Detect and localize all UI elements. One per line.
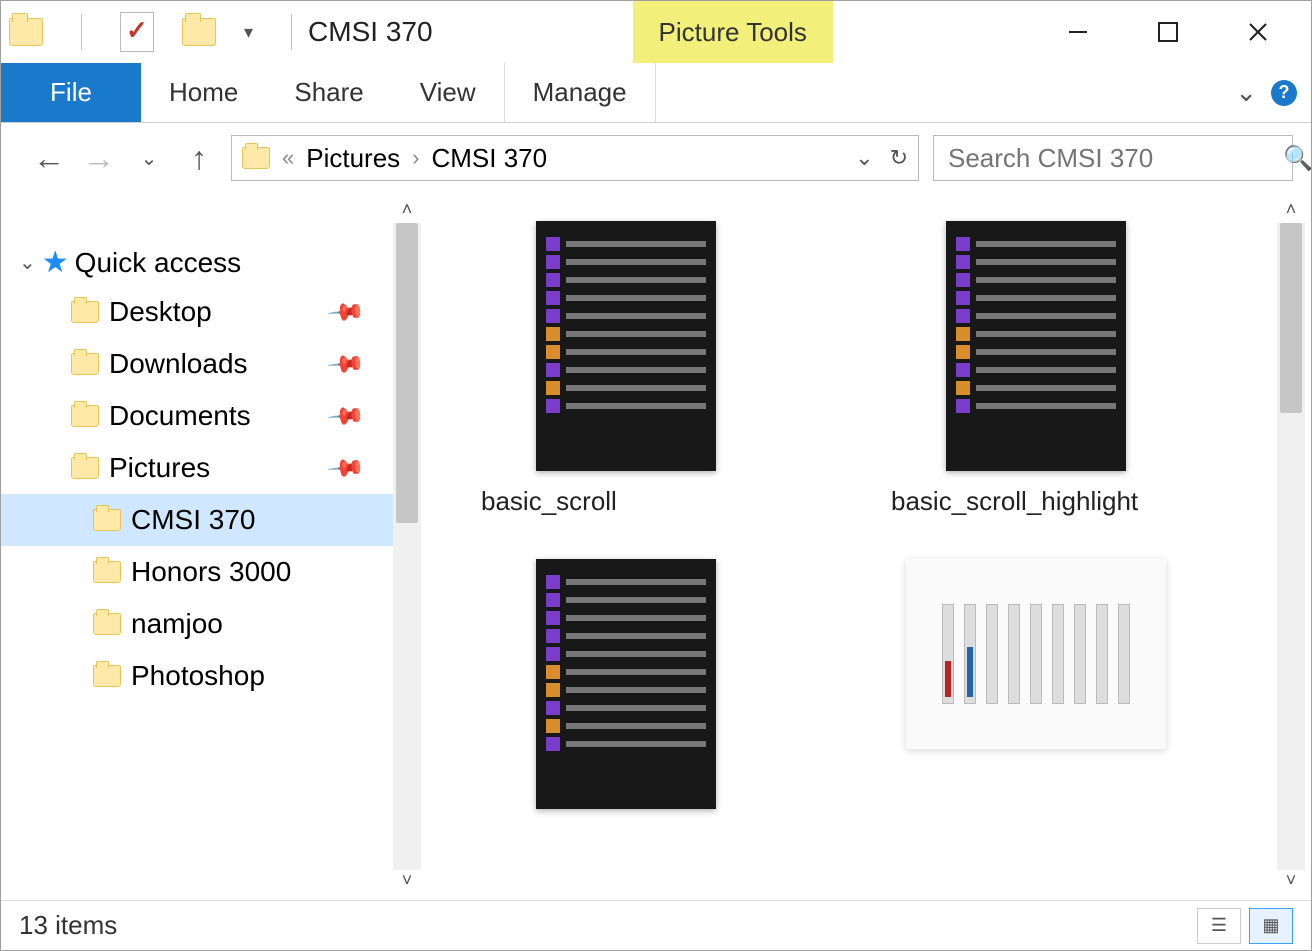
separator: [291, 14, 292, 50]
sidebar-item-label: Pictures: [109, 452, 210, 484]
sidebar-item-label: Documents: [109, 400, 251, 432]
help-icon[interactable]: ?: [1271, 80, 1297, 106]
navigation-row: ← → ⌄ ↑ « Pictures › CMSI 370 ⌄ ↻ 🔍: [1, 123, 1311, 193]
window-controls: [1053, 12, 1303, 52]
tab-view[interactable]: View: [392, 63, 504, 122]
folder-icon: [93, 613, 121, 635]
sidebar-scrollbar[interactable]: ˄ ˅: [393, 199, 421, 894]
sidebar-item-desktop[interactable]: Desktop 📌: [1, 286, 421, 338]
chevron-right-icon: ›: [412, 145, 419, 171]
folder-icon[interactable]: [9, 18, 43, 46]
sidebar-item-label: Photoshop: [131, 660, 265, 692]
pin-icon: 📌: [325, 343, 367, 384]
file-item[interactable]: [481, 559, 771, 823]
file-thumbnail: [536, 221, 716, 471]
quick-access-toolbar: ▾: [9, 12, 302, 52]
content-scrollbar[interactable]: ˄ ˅: [1277, 199, 1305, 894]
folder-icon: [93, 665, 121, 687]
scrollbar-thumb[interactable]: [396, 223, 418, 523]
tab-manage[interactable]: Manage: [504, 63, 656, 122]
sidebar-item-label: namjoo: [131, 608, 223, 640]
search-input[interactable]: [948, 143, 1283, 174]
chevron-right-icon[interactable]: «: [282, 145, 294, 171]
recent-locations-icon[interactable]: ⌄: [131, 146, 167, 171]
pin-icon: 📌: [325, 395, 367, 436]
tab-share[interactable]: Share: [266, 63, 391, 122]
details-view-button[interactable]: ☰: [1197, 908, 1241, 944]
file-name: basic_scroll_highlight: [891, 485, 1181, 519]
sidebar-item-documents[interactable]: Documents 📌: [1, 390, 421, 442]
scroll-down-icon[interactable]: ˅: [402, 870, 413, 894]
sidebar-item-namjoo[interactable]: namjoo: [1, 598, 421, 650]
sidebar-item-cmsi-370[interactable]: CMSI 370: [1, 494, 421, 546]
file-item[interactable]: basic_scroll_highlight: [891, 221, 1181, 519]
ribbon: File Home Share View Manage ⌄ ?: [1, 63, 1311, 123]
star-icon: ★: [42, 245, 69, 280]
address-bar[interactable]: « Pictures › CMSI 370 ⌄ ↻: [231, 135, 919, 181]
breadcrumb[interactable]: Pictures: [306, 143, 400, 174]
folder-icon: [93, 509, 121, 531]
breadcrumb[interactable]: CMSI 370: [432, 143, 548, 174]
sidebar-item-pictures[interactable]: Pictures 📌: [1, 442, 421, 494]
file-thumbnail: [946, 221, 1126, 471]
minimize-button[interactable]: [1053, 12, 1103, 52]
sidebar-item-label: Honors 3000: [131, 556, 291, 588]
scrollbar-track[interactable]: [393, 223, 421, 870]
sidebar-item-honors-3000[interactable]: Honors 3000: [1, 546, 421, 598]
file-name: basic_scroll: [481, 485, 771, 519]
navigation-pane: ⌄ ★ Quick access Desktop 📌 Downloads 📌 D…: [1, 193, 421, 900]
scroll-up-icon[interactable]: ˄: [402, 199, 413, 223]
sidebar-item-photoshop[interactable]: Photoshop: [1, 650, 421, 702]
sidebar-item-label: Desktop: [109, 296, 212, 328]
folder-icon: [71, 301, 99, 323]
file-list[interactable]: basic_scroll basic_scroll_highlight: [421, 193, 1311, 900]
search-icon[interactable]: 🔍: [1283, 144, 1312, 173]
main-area: ⌄ ★ Quick access Desktop 📌 Downloads 📌 D…: [1, 193, 1311, 900]
folder-icon: [71, 353, 99, 375]
status-text: 13 items: [19, 910, 117, 941]
up-button[interactable]: ↑: [181, 140, 217, 177]
new-folder-icon[interactable]: [182, 18, 216, 46]
folder-icon: [71, 457, 99, 479]
view-switcher: ☰ ▦: [1197, 908, 1293, 944]
qat-dropdown-icon[interactable]: ▾: [244, 22, 253, 43]
folder-icon: [93, 561, 121, 583]
tab-file[interactable]: File: [1, 63, 141, 122]
properties-icon[interactable]: [120, 12, 154, 52]
chevron-down-icon[interactable]: ⌄: [19, 250, 36, 275]
folder-icon: [242, 147, 270, 169]
tab-home[interactable]: Home: [141, 63, 266, 122]
scrollbar-track[interactable]: [1277, 223, 1305, 870]
address-dropdown-icon[interactable]: ⌄: [855, 145, 873, 171]
thumbnails-view-button[interactable]: ▦: [1249, 908, 1293, 944]
collapse-ribbon-icon[interactable]: ⌄: [1235, 77, 1257, 108]
title-bar: ▾ CMSI 370 Picture Tools: [1, 1, 1311, 63]
maximize-button[interactable]: [1143, 12, 1193, 52]
sidebar-item-label: Downloads: [109, 348, 248, 380]
search-box[interactable]: 🔍: [933, 135, 1293, 181]
file-thumbnail: [536, 559, 716, 809]
file-item[interactable]: [891, 559, 1181, 823]
contextual-tab-label: Picture Tools: [633, 1, 833, 63]
file-item[interactable]: basic_scroll: [481, 221, 771, 519]
sidebar-item-downloads[interactable]: Downloads 📌: [1, 338, 421, 390]
back-button[interactable]: ←: [31, 140, 67, 177]
close-button[interactable]: [1233, 12, 1283, 52]
pin-icon: 📌: [325, 447, 367, 488]
ribbon-options: ⌄ ?: [1235, 63, 1311, 122]
scroll-down-icon[interactable]: ˅: [1286, 870, 1297, 894]
file-thumbnail: [906, 559, 1166, 749]
sidebar-root-label: Quick access: [75, 247, 242, 279]
window-title: CMSI 370: [308, 16, 433, 48]
scroll-up-icon[interactable]: ˄: [1286, 199, 1297, 223]
sidebar-item-label: CMSI 370: [131, 504, 256, 536]
folder-icon: [71, 405, 99, 427]
separator: [81, 14, 82, 50]
pin-icon: 📌: [325, 291, 367, 332]
status-bar: 13 items ☰ ▦: [1, 900, 1311, 950]
sidebar-quick-access[interactable]: ⌄ ★ Quick access: [1, 239, 421, 286]
forward-button[interactable]: →: [81, 140, 117, 177]
scrollbar-thumb[interactable]: [1280, 223, 1302, 413]
refresh-icon[interactable]: ↻: [890, 145, 908, 171]
